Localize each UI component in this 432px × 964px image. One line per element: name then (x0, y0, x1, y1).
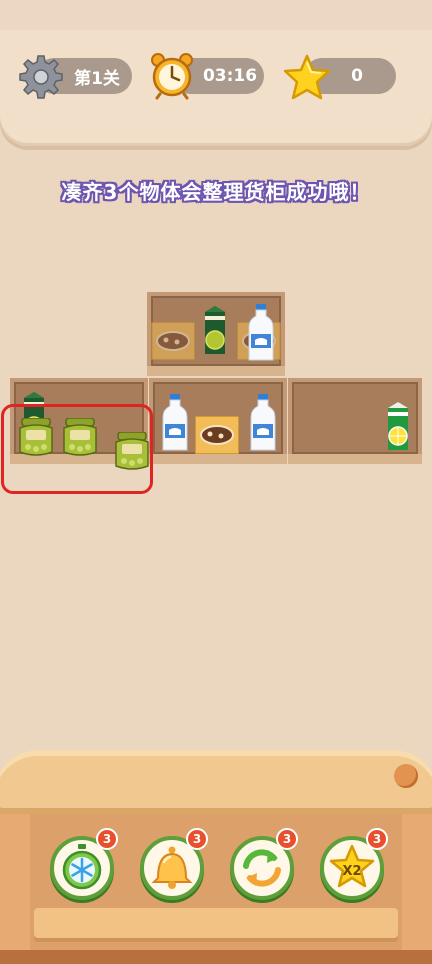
green-juice-carton-item[interactable] (201, 300, 229, 360)
shelf-floor (149, 454, 287, 464)
lemon-juice-carton-item[interactable] (384, 396, 412, 456)
freeze-count-badge: 3 (96, 828, 118, 850)
bell-count-badge: 3 (186, 828, 208, 850)
shelf-side-panel (402, 812, 432, 964)
powerup-shelf-base (0, 950, 432, 964)
hint-highlight-box (1, 404, 153, 494)
star-icon (283, 54, 331, 100)
star-count: 0 (351, 66, 363, 86)
instruction-text: 凑齐3个物体会整理货柜成功哦！ (61, 180, 371, 204)
chocolate-box-item[interactable] (151, 322, 195, 360)
powerup-shelf-top (0, 750, 432, 814)
level-label: 第1关 (74, 68, 120, 89)
shelf-top (147, 292, 285, 376)
alarm-clock-icon (151, 53, 193, 100)
x2-label: X2 (342, 864, 361, 879)
shuffle-count-badge: 3 (276, 828, 298, 850)
milk-bottle-item[interactable] (161, 394, 189, 452)
shelf-right (288, 378, 422, 464)
x2-count-badge: 3 (366, 828, 388, 850)
milk-bottle-item[interactable] (249, 394, 277, 452)
chocolate-box-item[interactable] (195, 416, 239, 454)
decor-knob-icon (394, 764, 418, 788)
shelf-middle (149, 378, 287, 464)
shelf-side-panel (0, 812, 30, 964)
shelf-floor (147, 366, 285, 376)
powerup-shelf-plank (34, 908, 398, 938)
gear-icon[interactable] (18, 54, 64, 100)
milk-bottle-item[interactable] (247, 304, 275, 362)
timer-value: 03:16 (202, 66, 258, 86)
